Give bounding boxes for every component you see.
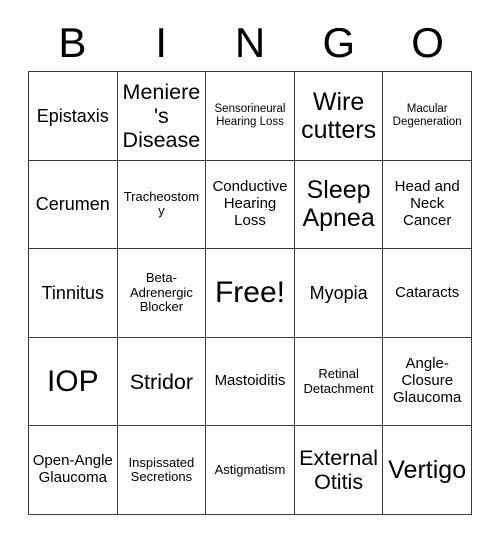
bingo-cell[interactable]: Epistaxis (29, 72, 118, 161)
bingo-cell-label: Inspissated Secretions (128, 454, 195, 485)
bingo-cell[interactable]: Vertigo (383, 426, 472, 515)
bingo-free-space-label: Free! (214, 276, 285, 310)
bingo-cell[interactable]: Cataracts (383, 249, 472, 338)
bingo-cell[interactable]: External Otitis (294, 426, 384, 515)
bingo-cell-label: Cataracts (395, 283, 460, 301)
bingo-cell[interactable]: Tinnitus (29, 249, 118, 338)
bingo-cell-label: Head and Neck Cancer (394, 178, 460, 229)
bingo-card: B I N G O Epistaxis Meniere's Disease Se… (0, 0, 500, 544)
bingo-header-row: B I N G O (28, 14, 472, 71)
bingo-cell-label: Retinal Detachment (303, 366, 374, 396)
bingo-cell[interactable]: Myopia (294, 249, 384, 338)
bingo-cell-label: Macular Degeneration (392, 102, 462, 128)
bingo-cell[interactable]: Meniere's Disease (117, 72, 207, 161)
bingo-cell[interactable]: IOP (29, 337, 118, 427)
bingo-cell[interactable]: Macular Degeneration (383, 72, 472, 161)
bingo-cell[interactable]: Open-Angle Glaucoma (29, 426, 118, 515)
bingo-cell[interactable]: Tracheostomy (117, 160, 207, 250)
bingo-cell-label: Astigmatism (214, 461, 286, 477)
bingo-cell[interactable]: Retinal Detachment (294, 337, 384, 427)
bingo-cell[interactable]: Sensorineural Hearing Loss (206, 72, 295, 161)
bingo-cell[interactable]: Wire cutters (294, 72, 384, 161)
bingo-cell-label: Meniere's Disease (122, 79, 201, 152)
bingo-header-letter-o: O (411, 18, 444, 66)
bingo-cell[interactable]: Stridor (117, 337, 207, 427)
bingo-header-letter-n: N (234, 18, 266, 66)
bingo-cell[interactable]: Inspissated Secretions (117, 426, 207, 515)
bingo-cell-label: Stridor (129, 369, 194, 394)
bingo-cell[interactable]: Angle-Closure Glaucoma (383, 337, 472, 427)
bingo-cell-label: Tracheostomy (123, 188, 200, 219)
bingo-cell-label: Sensorineural Hearing Loss (214, 102, 286, 128)
bingo-cell-label: Wire cutters (301, 87, 377, 144)
bingo-cell-label: Mastoiditis (214, 372, 286, 390)
bingo-grid: Epistaxis Meniere's Disease Sensorineura… (28, 71, 472, 515)
bingo-cell-label: IOP (46, 364, 99, 398)
bingo-cell[interactable]: Head and Neck Cancer (383, 160, 472, 250)
bingo-cell-label: Sleep Apnea (302, 176, 375, 233)
bingo-cell-label: Tinnitus (41, 282, 104, 303)
bingo-cell-label: Open-Angle Glaucoma (32, 452, 113, 487)
bingo-cell[interactable]: Beta-Adrenergic Blocker (117, 249, 207, 338)
bingo-cell-label: Epistaxis (36, 105, 109, 126)
bingo-header-letter-g: G (322, 18, 356, 66)
bingo-cell-label: Myopia (309, 282, 368, 303)
bingo-cell[interactable]: Sleep Apnea (294, 160, 384, 250)
bingo-cell-label: External Otitis (299, 446, 379, 495)
bingo-header-letter-i: I (155, 18, 168, 66)
bingo-header-letter-b: B (58, 18, 87, 66)
bingo-cell-label: Angle-Closure Glaucoma (393, 355, 462, 406)
bingo-cell[interactable]: Cerumen (29, 160, 118, 250)
bingo-free-space-cell[interactable]: Free! (206, 249, 295, 338)
bingo-cell-label: Conductive Hearing Loss (212, 178, 288, 229)
bingo-cell-label: Beta-Adrenergic Blocker (129, 270, 193, 315)
bingo-cell[interactable]: Astigmatism (206, 426, 295, 515)
bingo-cell[interactable]: Mastoiditis (206, 337, 295, 427)
bingo-cell-label: Cerumen (35, 194, 110, 215)
bingo-cell[interactable]: Conductive Hearing Loss (206, 160, 295, 250)
bingo-cell-label: Vertigo (388, 456, 467, 485)
